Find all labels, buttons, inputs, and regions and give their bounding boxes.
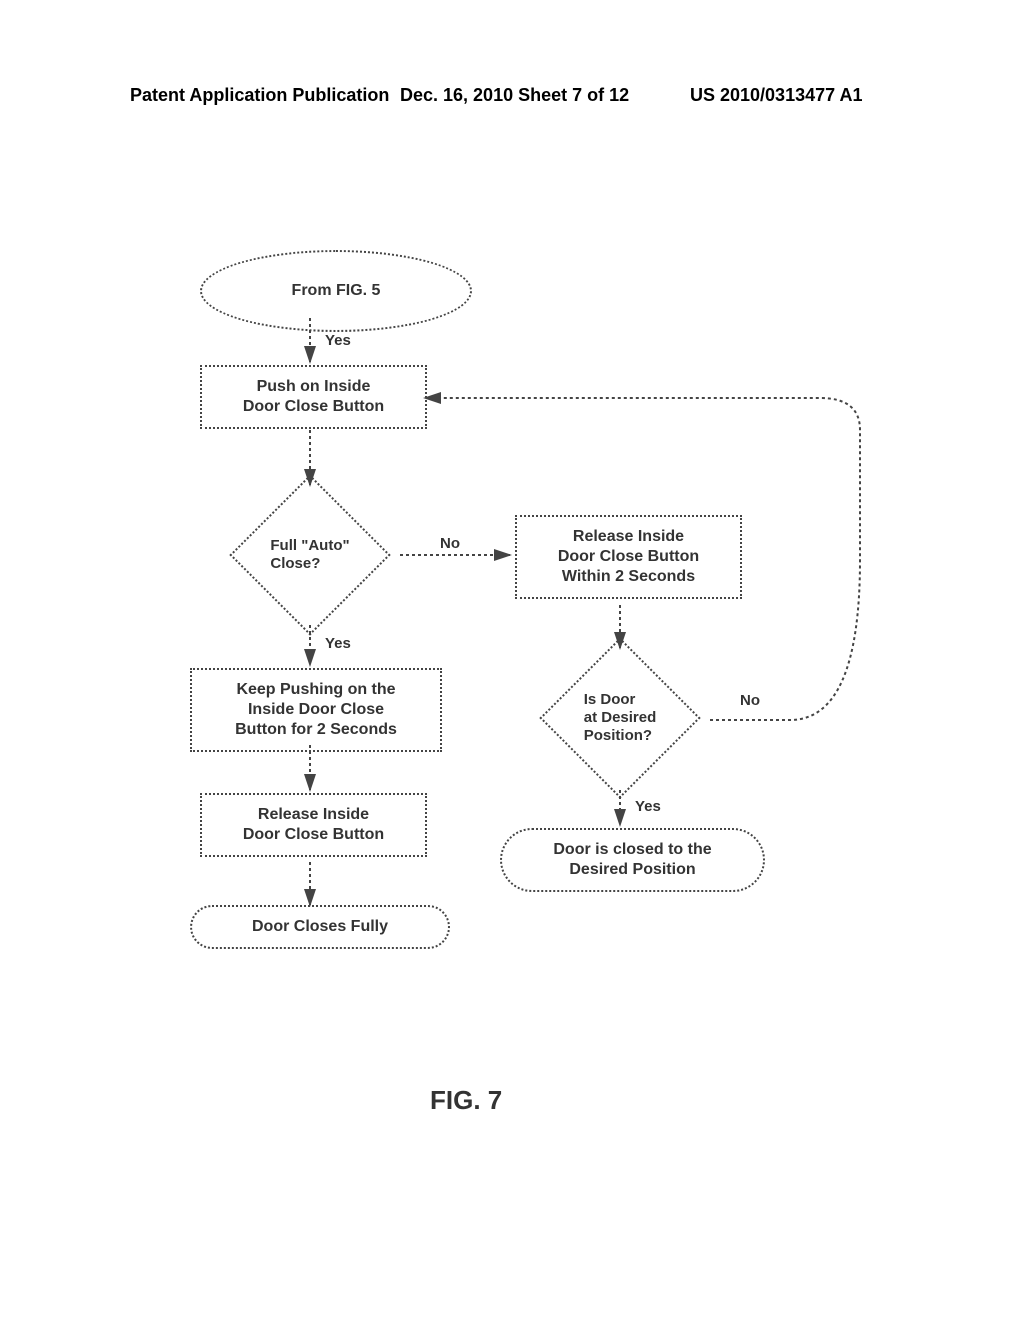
keep-pushing-node: Keep Pushing on the Inside Door Close Bu… [190,668,442,752]
figure-label: FIG. 7 [430,1085,502,1116]
flowchart-connectors [0,0,1024,1320]
edge-label-desired-no: No [740,692,760,709]
start-node: From FIG. 5 [200,250,472,332]
edge-label-start-yes: Yes [325,332,351,349]
release-within-text: Release Inside Door Close Button Within … [558,527,699,587]
start-node-text: From FIG. 5 [292,281,381,301]
keep-pushing-text: Keep Pushing on the Inside Door Close Bu… [235,680,397,740]
edge-label-auto-yes: Yes [325,635,351,652]
auto-close-decision: Full "Auto" Close? [220,485,400,625]
closed-desired-node: Door is closed to the Desired Position [500,828,765,892]
edge-label-desired-yes: Yes [635,798,661,815]
release-within-node: Release Inside Door Close Button Within … [515,515,742,599]
release-left-text: Release Inside Door Close Button [243,805,384,845]
closes-fully-text: Door Closes Fully [252,917,388,937]
desired-position-decision-text: Is Door at Desired Position? [584,691,657,745]
desired-position-decision: Is Door at Desired Position? [530,648,710,788]
closes-fully-node: Door Closes Fully [190,905,450,949]
push-button-text: Push on Inside Door Close Button [243,377,384,417]
push-button-node: Push on Inside Door Close Button [200,365,427,429]
auto-close-decision-text: Full "Auto" Close? [270,537,349,573]
edge-label-auto-no: No [440,535,460,552]
release-left-node: Release Inside Door Close Button [200,793,427,857]
closed-desired-text: Door is closed to the Desired Position [553,840,711,880]
